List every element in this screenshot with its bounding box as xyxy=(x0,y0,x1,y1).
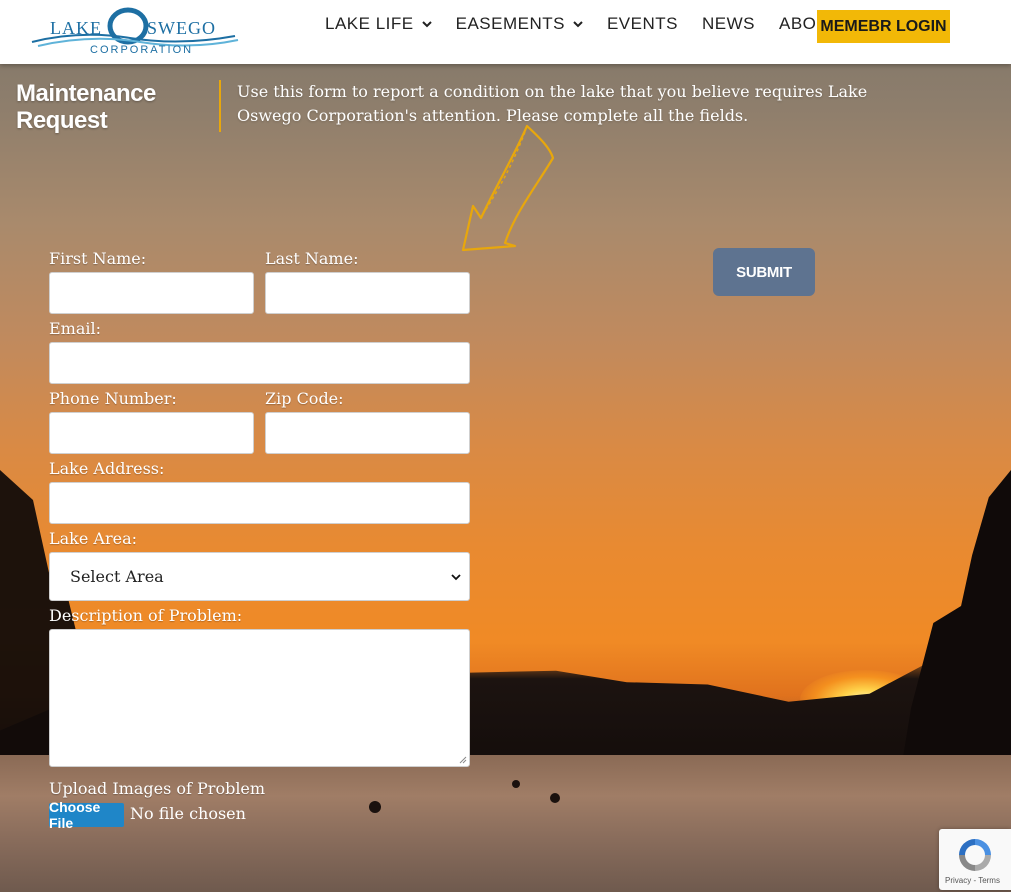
last-name-input[interactable] xyxy=(265,272,470,314)
last-name-label: Last Name: xyxy=(265,249,359,268)
buoy xyxy=(369,801,381,813)
first-name-input[interactable] xyxy=(49,272,254,314)
lake-area-selected-value: Select Area xyxy=(70,567,164,586)
nav-label: EVENTS xyxy=(606,14,678,33)
no-file-text: No file chosen xyxy=(130,804,246,823)
buoy xyxy=(550,793,560,803)
zip-input[interactable] xyxy=(265,412,470,454)
zip-label: Zip Code: xyxy=(265,389,344,408)
first-name-label: First Name: xyxy=(49,249,147,268)
chevron-down-icon xyxy=(451,573,461,580)
arrow-icon xyxy=(461,124,555,252)
upload-label: Upload Images of Problem xyxy=(49,779,266,798)
nav-label: LAKE LIFE xyxy=(325,14,414,33)
nav-label: NEWS xyxy=(702,14,755,33)
recaptcha-badge[interactable]: Privacy - Terms xyxy=(939,829,1011,890)
member-login-button[interactable]: MEMEBR LOGIN xyxy=(817,10,950,43)
email-label: Email: xyxy=(49,319,102,338)
lake-area-label: Lake Area: xyxy=(49,529,138,548)
recaptcha-footer[interactable]: Privacy - Terms xyxy=(945,876,1000,885)
resize-handle-icon[interactable] xyxy=(459,756,467,764)
chevron-down-icon xyxy=(573,21,583,28)
nav-item-lake-life[interactable]: LAKE LIFE xyxy=(325,14,432,34)
main-nav: LAKE LIFE EASEMENTS EVENTS NEWS ABOUT xyxy=(325,14,882,34)
buoy xyxy=(512,780,520,788)
description-label: Description of Problem: xyxy=(49,606,243,625)
intro-text: Use this form to report a condition on t… xyxy=(237,82,868,125)
description-textarea[interactable] xyxy=(49,629,470,767)
logo-corporation-text: CORPORATION xyxy=(90,44,194,56)
nav-item-news[interactable]: NEWS xyxy=(702,14,755,34)
submit-button[interactable]: SUBMIT xyxy=(713,248,815,296)
logo-oswego-text: SWEGO xyxy=(147,18,216,38)
phone-label: Phone Number: xyxy=(49,389,177,408)
water xyxy=(0,755,1011,892)
choose-file-button[interactable]: Choose File xyxy=(49,799,124,831)
phone-input[interactable] xyxy=(49,412,254,454)
nav-item-events[interactable]: EVENTS xyxy=(607,14,678,34)
logo[interactable]: LAKE SWEGO CORPORATION xyxy=(30,6,240,60)
recaptcha-icon xyxy=(959,839,991,871)
nav-label: EASEMENTS xyxy=(455,14,565,33)
lake-area-select[interactable]: Select Area xyxy=(49,552,470,601)
page-title: Maintenance Request xyxy=(16,80,196,134)
page-title-line2: Request xyxy=(16,107,108,134)
page-title-line1: Maintenance xyxy=(16,80,156,107)
lake-address-input[interactable] xyxy=(49,482,470,524)
email-input[interactable] xyxy=(49,342,470,384)
lake-address-label: Lake Address: xyxy=(49,459,165,478)
logo-lake-text: LAKE xyxy=(50,18,102,38)
title-divider xyxy=(219,80,221,132)
nav-item-easements[interactable]: EASEMENTS xyxy=(456,14,583,34)
chevron-down-icon xyxy=(421,21,432,28)
site-header: LAKE SWEGO CORPORATION LAKE LIFE EASEMEN… xyxy=(0,0,1011,64)
